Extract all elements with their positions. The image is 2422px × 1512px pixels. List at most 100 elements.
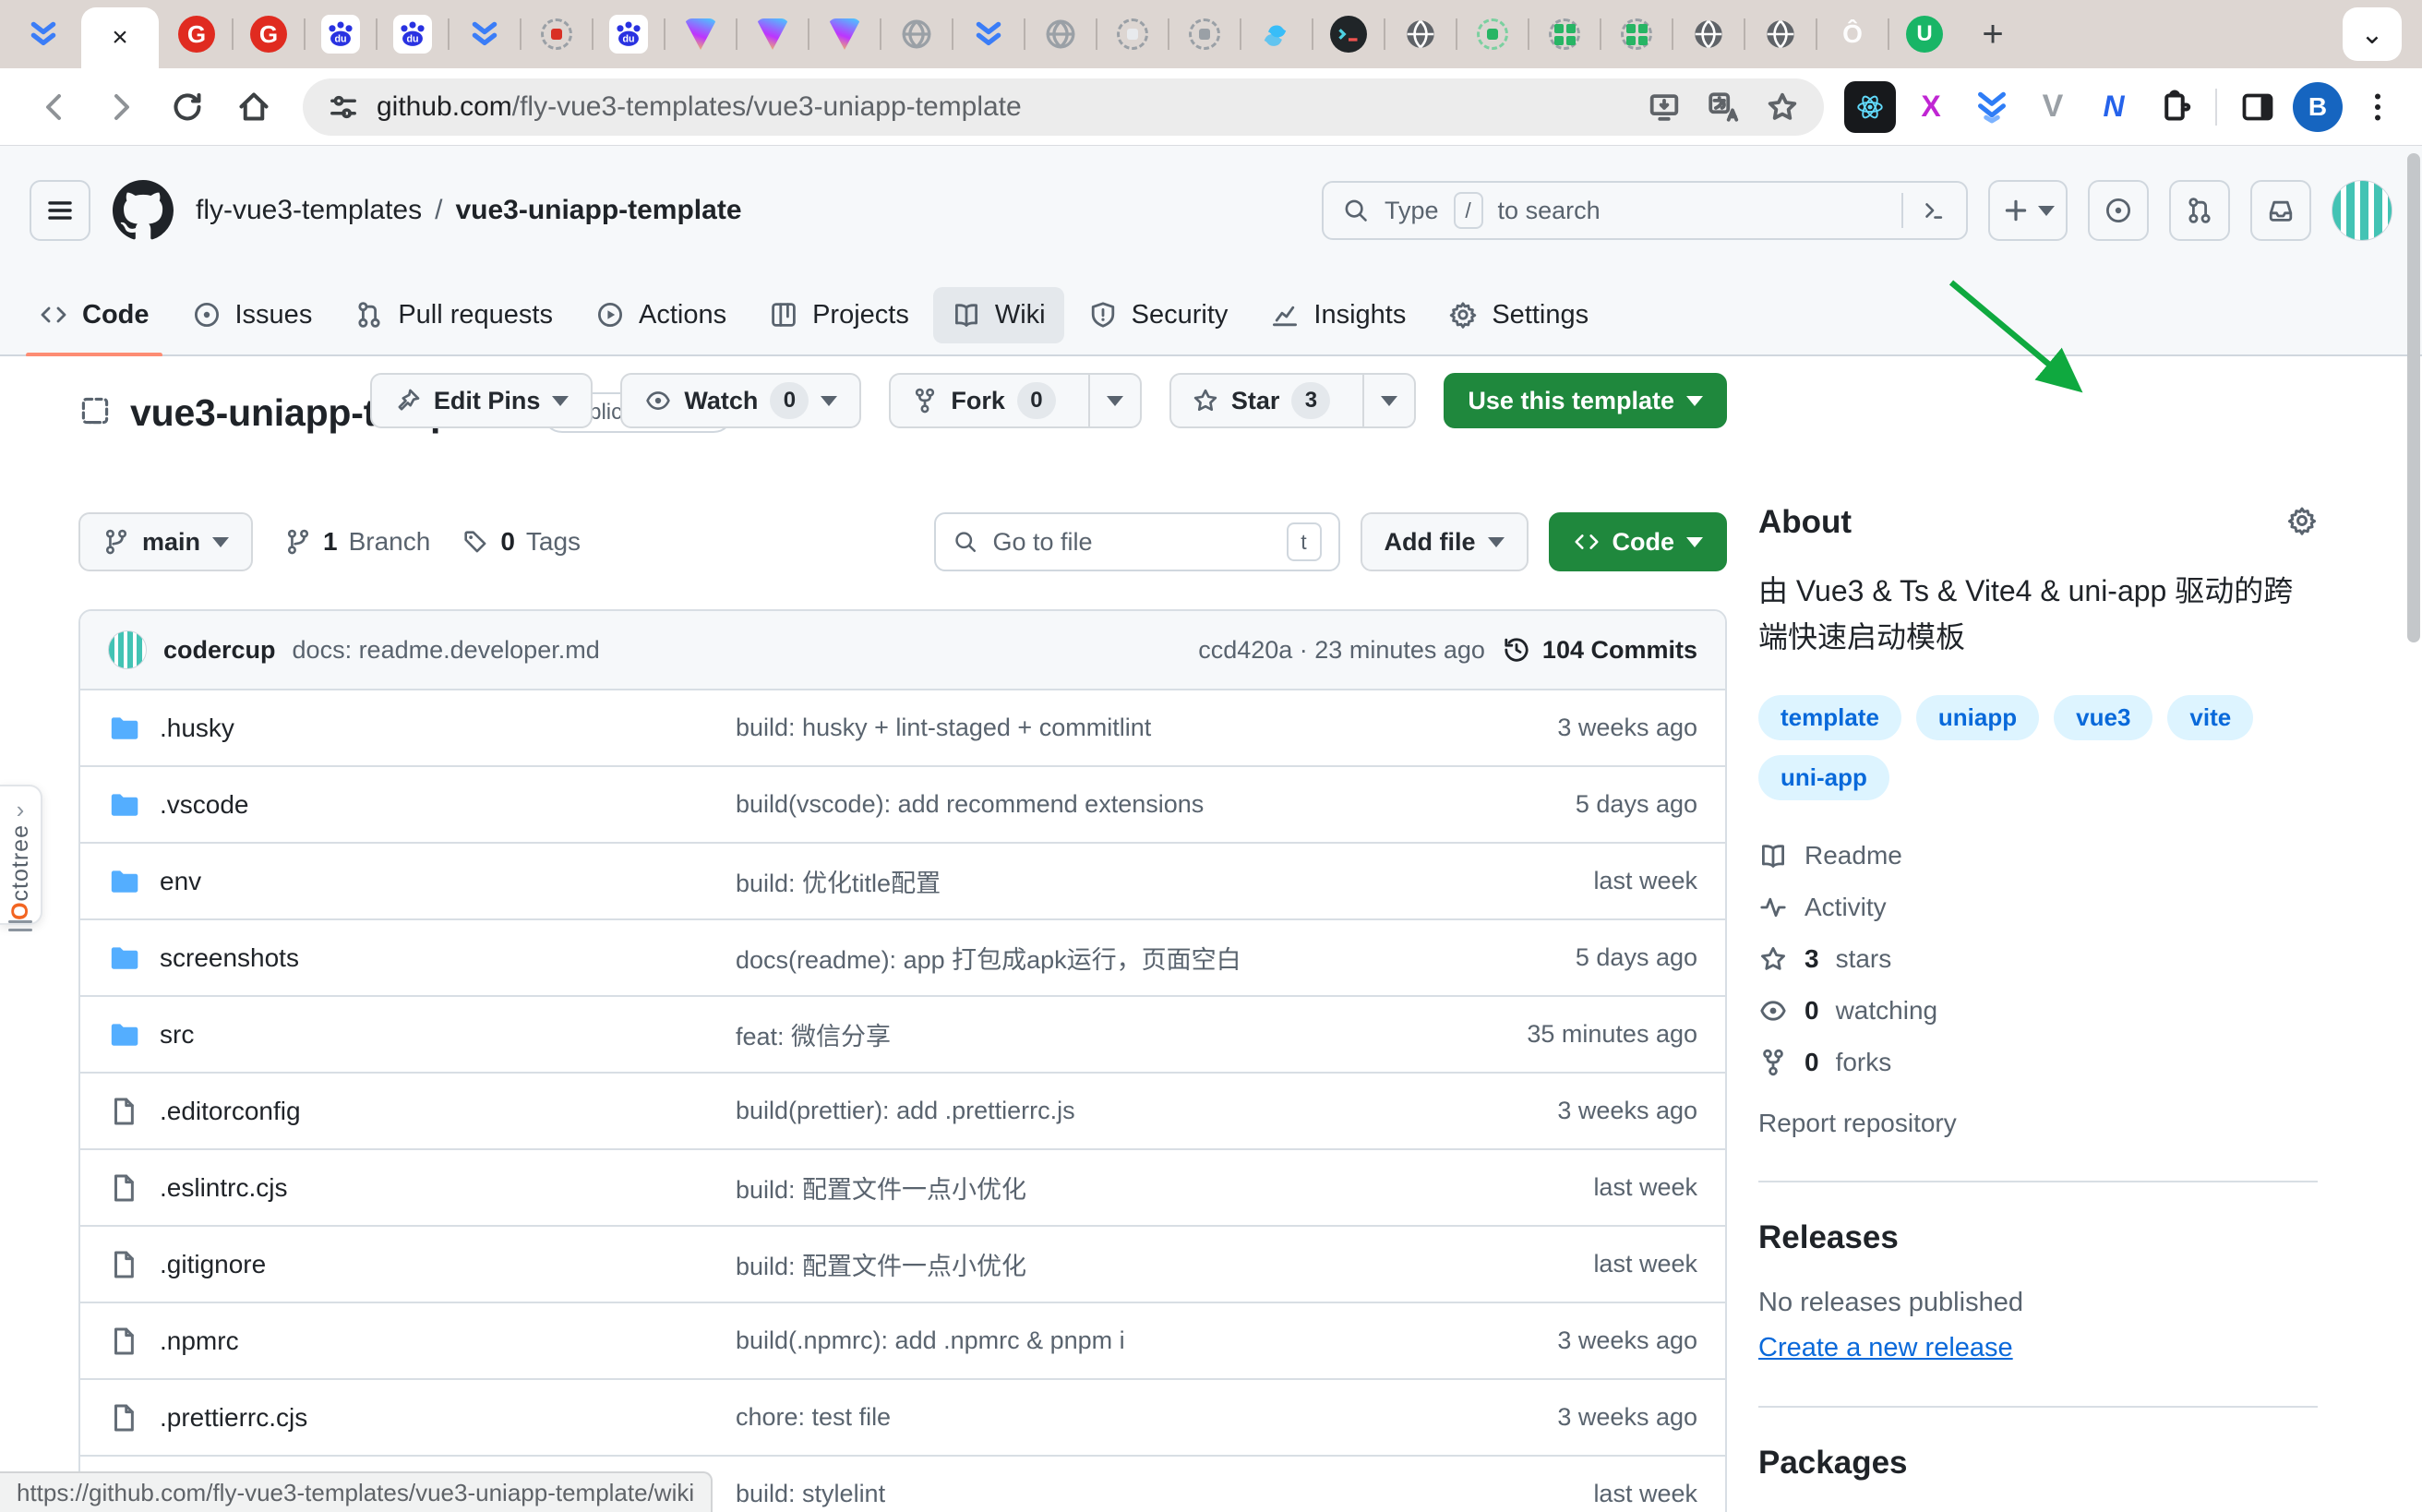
file-name[interactable]: .eslintrc.cjs xyxy=(160,1173,287,1203)
file-commit-message[interactable]: build: 优化title配置 xyxy=(736,863,1467,899)
file-name[interactable]: .husky xyxy=(160,714,234,743)
create-new-button[interactable] xyxy=(1988,180,2068,241)
commit-author[interactable]: codercup xyxy=(163,636,276,665)
translate-icon[interactable] xyxy=(1706,90,1741,125)
browser-tab[interactable] xyxy=(953,0,1025,68)
breadcrumb-owner[interactable]: fly-vue3-templates xyxy=(196,195,422,226)
install-icon[interactable] xyxy=(1647,90,1682,125)
file-commit-date[interactable]: 5 days ago xyxy=(1467,943,1697,972)
browser-tab[interactable] xyxy=(1385,0,1457,68)
browser-tab[interactable]: du xyxy=(593,0,665,68)
tab-actions[interactable]: Actions xyxy=(577,287,745,343)
vue-devtools-extension-icon[interactable] xyxy=(1966,81,2018,133)
fork-button[interactable]: Fork0 xyxy=(889,373,1142,428)
command-palette-icon[interactable] xyxy=(1901,193,1948,228)
file-name[interactable]: .vscode xyxy=(160,790,249,820)
tab-projects[interactable]: Projects xyxy=(750,287,928,343)
browser-tab[interactable] xyxy=(1673,0,1745,68)
pull-requests-dashboard-button[interactable] xyxy=(2169,180,2230,241)
file-commit-message[interactable]: chore: test file xyxy=(736,1403,1467,1432)
octotree-panel[interactable]: › Octotree xyxy=(0,785,42,925)
file-name[interactable]: .prettierrc.cjs xyxy=(160,1403,307,1433)
tab-issues[interactable]: Issues xyxy=(174,287,331,343)
close-tab-icon[interactable]: × xyxy=(112,22,128,54)
tab-security[interactable]: Security xyxy=(1070,287,1247,343)
browser-tab[interactable]: du xyxy=(305,0,377,68)
code-button[interactable]: Code xyxy=(1549,512,1728,571)
file-commit-date[interactable]: last week xyxy=(1467,1173,1697,1202)
branch-selector[interactable]: main xyxy=(78,512,253,571)
browser-tab[interactable] xyxy=(521,0,593,68)
file-commit-message[interactable]: build: 配置文件一点小优化 xyxy=(736,1170,1467,1206)
browser-tab[interactable] xyxy=(449,0,521,68)
github-avatar[interactable] xyxy=(2332,180,2392,241)
github-logo[interactable] xyxy=(113,180,174,241)
home-button[interactable] xyxy=(225,78,282,136)
add-file-button[interactable]: Add file xyxy=(1361,512,1529,571)
star-dropdown[interactable] xyxy=(1362,375,1414,426)
browser-tab[interactable]: G xyxy=(233,0,305,68)
new-tab-button[interactable]: + xyxy=(1960,0,2025,68)
browser-tab[interactable] xyxy=(1457,0,1529,68)
browser-tab[interactable] xyxy=(1313,0,1385,68)
stars-link[interactable]: 3stars xyxy=(1758,944,2318,974)
site-info-icon[interactable] xyxy=(327,90,360,124)
file-commit-date[interactable]: 3 weeks ago xyxy=(1467,714,1697,742)
octotree-expand-icon[interactable]: › xyxy=(17,796,25,824)
watch-button[interactable]: Watch0 xyxy=(620,373,861,428)
commit-meta[interactable]: ccd420a · 23 minutes ago xyxy=(1198,636,1485,665)
browser-tab[interactable] xyxy=(665,0,737,68)
page-scrollbar-thumb[interactable] xyxy=(2407,153,2420,642)
breadcrumb-repo[interactable]: vue3-uniapp-template xyxy=(455,195,741,226)
readme-link[interactable]: Readme xyxy=(1758,841,2318,870)
browser-tab[interactable] xyxy=(1601,0,1673,68)
browser-tab[interactable] xyxy=(1241,0,1313,68)
address-bar[interactable]: github.com/fly-vue3-templates/vue3-uniap… xyxy=(303,78,1824,136)
file-commit-date[interactable]: 3 weeks ago xyxy=(1467,1326,1697,1355)
forks-link[interactable]: 0forks xyxy=(1758,1048,2318,1077)
tab-settings[interactable]: Settings xyxy=(1430,287,1607,343)
go-to-file-input[interactable]: Go to filet xyxy=(934,512,1340,571)
browser-tab[interactable]: du xyxy=(377,0,449,68)
file-commit-date[interactable]: 35 minutes ago xyxy=(1467,1020,1697,1049)
topic-tag[interactable]: vue3 xyxy=(2054,695,2152,740)
file-name[interactable]: .editorconfig xyxy=(160,1097,301,1126)
tab-search-button[interactable]: ⌄ xyxy=(2343,7,2402,61)
hamburger-menu-button[interactable] xyxy=(30,180,90,241)
x-extension-icon[interactable]: X xyxy=(1905,81,1957,133)
issues-dashboard-button[interactable] xyxy=(2088,180,2149,241)
tab-code[interactable]: Code xyxy=(20,287,168,343)
browser-menu-kebab-icon[interactable] xyxy=(2352,81,2404,133)
browser-tab[interactable] xyxy=(7,0,79,68)
tab-wiki[interactable]: Wiki xyxy=(933,287,1064,343)
file-commit-message[interactable]: build(.npmrc): add .npmrc & pnpm i xyxy=(736,1326,1467,1355)
commit-message[interactable]: docs: readme.developer.md xyxy=(293,636,600,665)
file-commit-date[interactable]: 3 weeks ago xyxy=(1467,1097,1697,1125)
inbox-button[interactable] xyxy=(2250,180,2311,241)
reload-button[interactable] xyxy=(159,78,216,136)
file-name[interactable]: .gitignore xyxy=(160,1250,266,1279)
tab-insights[interactable]: Insights xyxy=(1252,287,1424,343)
browser-profile-avatar[interactable]: B xyxy=(2293,82,2343,132)
browser-tab[interactable] xyxy=(881,0,953,68)
forward-button[interactable] xyxy=(92,78,150,136)
file-commit-message[interactable]: build(vscode): add recommend extensions xyxy=(736,790,1467,819)
create-release-link[interactable]: Create a new release xyxy=(1758,1333,2013,1362)
file-name[interactable]: .npmrc xyxy=(160,1326,239,1356)
tab-pull-requests[interactable]: Pull requests xyxy=(336,287,571,343)
extensions-puzzle-icon[interactable] xyxy=(2149,81,2200,133)
about-settings-gear-icon[interactable] xyxy=(2286,505,2318,541)
octotree-grip-icon[interactable] xyxy=(8,920,32,931)
commit-history-link[interactable]: 104 Commits xyxy=(1502,635,1697,665)
browser-tab[interactable]: Ô xyxy=(1816,0,1888,68)
file-commit-message[interactable]: build: 配置文件一点小优化 xyxy=(736,1246,1467,1282)
edit-pins-button[interactable]: Edit Pins xyxy=(370,373,594,428)
file-name[interactable]: src xyxy=(160,1020,194,1050)
file-commit-date[interactable]: last week xyxy=(1467,867,1697,895)
file-commit-date[interactable]: last week xyxy=(1467,1250,1697,1278)
use-this-template-button[interactable]: Use this template xyxy=(1444,373,1727,428)
react-devtools-extension-icon[interactable] xyxy=(1844,81,1896,133)
star-button[interactable]: Star3 xyxy=(1169,373,1417,428)
browser-tab[interactable] xyxy=(1025,0,1097,68)
topic-tag[interactable]: uniapp xyxy=(1916,695,2039,740)
